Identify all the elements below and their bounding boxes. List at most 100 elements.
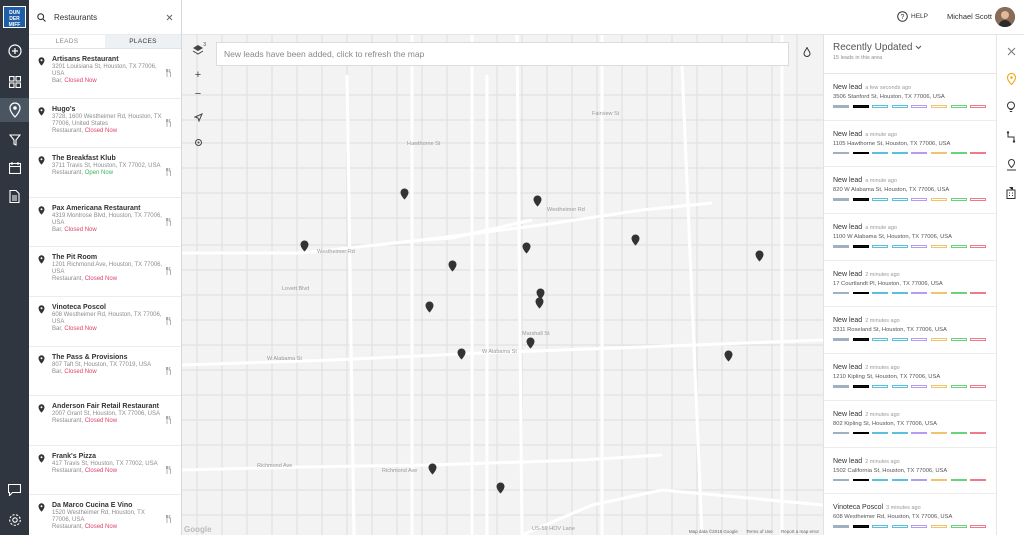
lead-tag[interactable] [930, 431, 947, 435]
lead-tag[interactable] [911, 385, 928, 388]
user-name[interactable]: Michael Scott [947, 12, 992, 21]
lead-tag[interactable] [930, 478, 947, 481]
place-item[interactable]: Vinoteca Poscol 608 Westheimer Rd, Housto… [29, 297, 181, 347]
lead-tag[interactable] [911, 198, 928, 201]
place-item[interactable]: The Pit Room 1201 Richmond Ave, Houston, … [29, 247, 181, 297]
lead-tag[interactable] [970, 151, 987, 155]
lead-tag[interactable] [872, 478, 889, 481]
lead-tag[interactable] [833, 245, 849, 248]
lead-item[interactable]: New lead 2 minutes ago 17 Courtlandt Pl, H… [824, 261, 996, 308]
lead-tag[interactable] [852, 105, 869, 108]
lead-tag[interactable] [852, 198, 869, 201]
lead-tag[interactable] [970, 525, 987, 528]
lead-tag[interactable] [852, 385, 869, 388]
place-item[interactable]: Frank's Pizza 417 Travis St, Houston, TX … [29, 446, 181, 496]
lead-tag[interactable] [852, 291, 869, 295]
lead-item[interactable]: New lead 2 minutes ago 3311 Roseland St, H… [824, 307, 996, 355]
fork-knife-icon[interactable] [166, 168, 172, 177]
lead-tag[interactable] [833, 431, 849, 435]
lead-tag[interactable] [930, 525, 947, 528]
lead-tag[interactable] [950, 198, 967, 201]
lead-tag[interactable] [911, 291, 928, 295]
map-pin-icon[interactable] [0, 98, 29, 122]
lead-marker[interactable] [425, 301, 434, 313]
lead-item[interactable]: New lead a minute ago 1100 W Alabama St, H… [824, 214, 996, 261]
place-item[interactable]: Artisans Restaurant 3201 Louisiana St, Ho… [29, 49, 181, 99]
fork-knife-icon[interactable] [166, 69, 172, 77]
lead-tag[interactable] [891, 525, 908, 528]
lead-tag[interactable] [950, 525, 967, 528]
lead-tag[interactable] [891, 245, 908, 248]
lead-tag[interactable] [950, 478, 967, 481]
lead-tag[interactable] [852, 525, 869, 528]
lead-tag[interactable] [930, 151, 947, 155]
lead-tag[interactable] [833, 198, 849, 201]
lead-tag[interactable] [852, 245, 869, 248]
lead-marker[interactable] [755, 250, 764, 262]
refresh-map-banner[interactable]: New leads have been added, click to refr… [216, 42, 789, 66]
lead-tag[interactable] [950, 291, 967, 295]
locate-button[interactable] [190, 109, 206, 125]
company-logo[interactable]: DUN DER MIFF [3, 6, 26, 28]
lead-tag[interactable] [911, 151, 928, 155]
lead-tag[interactable] [872, 105, 889, 108]
terms-link[interactable]: Terms of Use [746, 529, 773, 534]
lead-tag[interactable] [950, 151, 967, 155]
lead-tag[interactable] [833, 478, 849, 481]
lead-tag[interactable] [891, 198, 908, 201]
lead-tag[interactable] [950, 385, 967, 388]
clear-search-icon[interactable] [166, 14, 173, 21]
building-icon[interactable] [997, 183, 1024, 203]
place-item[interactable]: The Pass & Provisions 807 Taft St, Housto… [29, 347, 181, 397]
place-item[interactable]: Hugo's 3728, 1600 Westheimer Rd, Houston,… [29, 99, 181, 149]
calendar-icon[interactable] [0, 156, 29, 180]
place-item[interactable]: The Breakfast Klub 3711 Travis St, Housto… [29, 148, 181, 198]
layers-button[interactable]: 3 [190, 42, 206, 58]
lead-item[interactable]: New lead a few seconds ago 3506 Stanford S… [824, 74, 996, 121]
lead-tag[interactable] [911, 105, 928, 108]
report-error-link[interactable]: Report a map error [781, 529, 819, 534]
place-item[interactable]: Anderson Fair Retail Restaurant 2007 Gran… [29, 396, 181, 446]
lead-tag[interactable] [833, 291, 849, 295]
lead-tag[interactable] [852, 338, 869, 341]
lead-tag[interactable] [891, 431, 908, 435]
lead-marker[interactable] [631, 234, 640, 246]
lead-tag[interactable] [833, 151, 849, 155]
lead-tag[interactable] [872, 151, 889, 155]
lead-marker[interactable] [496, 482, 505, 494]
lead-tag[interactable] [911, 431, 928, 435]
lead-tag[interactable] [872, 338, 889, 341]
lead-tag[interactable] [891, 478, 908, 481]
lead-tag[interactable] [852, 478, 869, 481]
lead-tag[interactable] [930, 198, 947, 201]
lead-marker[interactable] [448, 260, 457, 272]
fork-knife-icon[interactable] [166, 316, 172, 325]
zoom-out-button[interactable]: − [190, 86, 206, 102]
lead-tag[interactable] [872, 385, 889, 388]
lead-tag[interactable] [833, 338, 849, 341]
lead-tag[interactable] [833, 525, 849, 528]
lead-tag[interactable] [891, 291, 908, 295]
lead-item[interactable]: Vinoteca Poscol 3 minutes ago 608 Westheim… [824, 494, 996, 535]
lead-tag[interactable] [891, 338, 908, 341]
lead-tag[interactable] [911, 338, 928, 341]
place-item[interactable]: Da Marco Cucina E Vino 1520 Westheimer Rd… [29, 495, 181, 535]
lead-marker[interactable] [535, 297, 544, 309]
grid-icon[interactable] [0, 70, 29, 94]
close-icon[interactable] [997, 41, 1024, 61]
place-item[interactable]: Pax Americana Restaurant 4319 Montrose Bl… [29, 198, 181, 248]
avatar[interactable] [995, 7, 1015, 27]
lead-tag[interactable] [970, 431, 987, 435]
lead-tag[interactable] [872, 245, 889, 248]
fork-knife-icon[interactable] [166, 416, 172, 425]
lead-marker[interactable] [724, 350, 733, 362]
lead-marker[interactable] [300, 240, 309, 252]
lead-tag[interactable] [950, 431, 967, 435]
recent-leads-title[interactable]: Recently Updated [833, 42, 996, 53]
document-icon[interactable] [0, 184, 29, 208]
chat-icon[interactable] [0, 478, 29, 502]
lead-tag[interactable] [872, 198, 889, 201]
tab-places[interactable]: PLACES [105, 35, 181, 48]
lead-tag[interactable] [872, 291, 889, 295]
lead-marker[interactable] [526, 337, 535, 349]
